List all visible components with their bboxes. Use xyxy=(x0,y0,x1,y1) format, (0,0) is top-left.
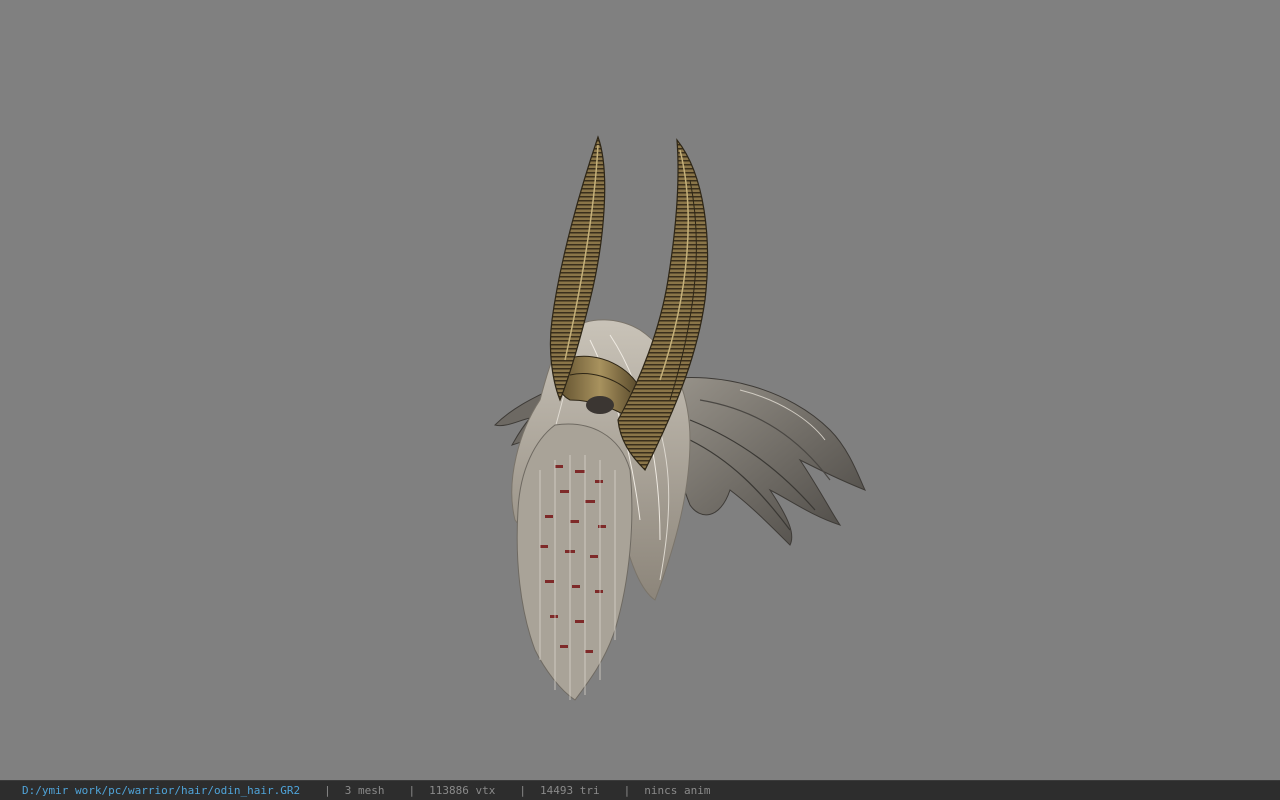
3d-viewport[interactable] xyxy=(0,0,1280,780)
separator: | xyxy=(519,784,527,797)
mesh-count: 3 mesh xyxy=(344,784,385,797)
separator: | xyxy=(408,784,416,797)
separator: | xyxy=(324,784,331,797)
separator: | xyxy=(623,784,631,797)
triangle-count: 14493 tri xyxy=(540,784,600,797)
animation-status: nincs anim xyxy=(644,784,711,797)
status-bar: D:/ymir work/pc/warrior/hair/odin_hair.G… xyxy=(0,780,1280,800)
model-render[interactable] xyxy=(0,0,1280,780)
vertex-count: 113886 vtx xyxy=(429,784,496,797)
right-hair-strands xyxy=(659,377,867,546)
file-path: D:/ymir work/pc/warrior/hair/odin_hair.G… xyxy=(22,784,301,797)
beard xyxy=(516,423,633,701)
